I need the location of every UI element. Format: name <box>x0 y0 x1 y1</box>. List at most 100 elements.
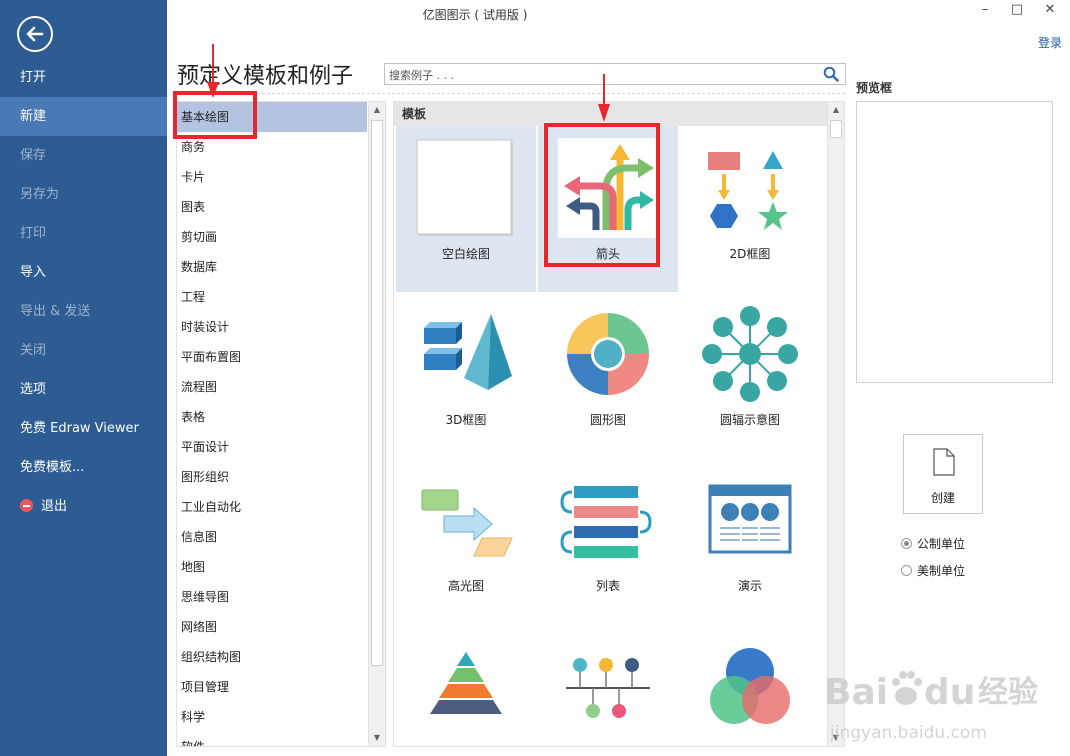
category-item[interactable]: 软件 <box>177 732 367 746</box>
category-item[interactable]: 剪切画 <box>177 222 367 252</box>
sidebar-item-free-templates[interactable]: 免费模板... <box>0 448 167 487</box>
category-item[interactable]: 信息图 <box>177 522 367 552</box>
svg-text:jingyan.baidu.com: jingyan.baidu.com <box>829 723 987 743</box>
list-diagram-icon <box>560 486 652 558</box>
sidebar-item-open[interactable]: 打开 <box>0 58 167 97</box>
presentation-icon <box>708 484 792 554</box>
pyramid-icon <box>430 652 502 714</box>
category-item[interactable]: 组织结构图 <box>177 642 367 672</box>
category-item[interactable]: 平面布置图 <box>177 342 367 372</box>
template-venn[interactable] <box>680 624 820 746</box>
baidu-watermark-logo: Bai du 经验 jingyan.baidu.com <box>824 671 1038 743</box>
unit-metric-option[interactable]: 公制单位 <box>901 535 965 552</box>
exit-icon <box>20 499 33 512</box>
category-item[interactable]: 地图 <box>177 552 367 582</box>
category-item[interactable]: 流程图 <box>177 372 367 402</box>
category-item[interactable]: 图表 <box>177 192 367 222</box>
arrow-left-icon <box>26 26 44 42</box>
template-blank[interactable]: 空白绘图 <box>396 126 536 292</box>
category-item[interactable]: 图形组织 <box>177 462 367 492</box>
sidebar-item-new[interactable]: 新建 <box>0 97 167 136</box>
category-item[interactable]: 科学 <box>177 702 367 732</box>
blank-page-icon <box>416 139 513 236</box>
template-label: 圆形图 <box>589 413 626 427</box>
back-button[interactable] <box>17 16 53 52</box>
scrollbar-thumb[interactable] <box>830 120 842 138</box>
template-label: 空白绘图 <box>441 247 490 261</box>
preview-label: 预览框 <box>856 81 893 95</box>
sidebar-item-print[interactable]: 打印 <box>0 214 167 253</box>
circle-chart-icon <box>567 313 649 395</box>
unit-metric-label: 公制单位 <box>917 537 966 551</box>
template-label: 演示 <box>737 579 762 593</box>
scroll-up-icon[interactable]: ▲ <box>828 102 844 118</box>
template-circle[interactable]: 圆形图 <box>538 292 678 458</box>
unit-us-label: 美制单位 <box>917 564 966 578</box>
template-pyramid[interactable] <box>396 624 536 746</box>
category-scrollbar[interactable]: ▲ ▼ <box>368 102 385 746</box>
maximize-button[interactable]: □ <box>1007 2 1027 17</box>
radio-icon <box>901 538 912 549</box>
radial-diagram-icon <box>702 306 798 402</box>
radio-icon <box>901 565 912 576</box>
timeline-icon <box>566 658 650 718</box>
category-item[interactable]: 数据库 <box>177 252 367 282</box>
unit-us-option[interactable]: 美制单位 <box>901 562 965 579</box>
template-3d-block[interactable]: 3D框图 <box>396 292 536 458</box>
block-3d-icon <box>424 314 512 390</box>
annotation-arrow-icon <box>598 74 610 122</box>
search-icon[interactable] <box>823 66 839 82</box>
category-item[interactable]: 时装设计 <box>177 312 367 342</box>
template-label: 高光图 <box>447 579 484 593</box>
category-item[interactable]: 卡片 <box>177 162 367 192</box>
sidebar-item-options[interactable]: 选项 <box>0 370 167 409</box>
templates-scrollbar[interactable]: ▲ ▼ <box>827 102 844 746</box>
scroll-down-icon[interactable]: ▼ <box>369 730 385 746</box>
scrollbar-thumb[interactable] <box>371 120 383 666</box>
create-button[interactable]: 创建 <box>903 434 983 514</box>
annotation-highlight-box <box>544 123 660 267</box>
template-label: 圆辐示意图 <box>719 413 780 427</box>
app-window: 打开 新建 保存 另存为 打印 导入 导出 & 发送 关闭 选项 免费 Edra… <box>0 0 1070 756</box>
template-presentation[interactable]: 演示 <box>680 458 820 624</box>
divider <box>177 93 845 94</box>
sidebar-item-save[interactable]: 保存 <box>0 136 167 175</box>
category-item[interactable]: 表格 <box>177 402 367 432</box>
login-link[interactable]: 登录 <box>1038 34 1062 51</box>
category-list: 基本绘图 商务 卡片 图表 剪切画 数据库 工程 时装设计 平面布置图 流程图 … <box>176 101 386 747</box>
category-item[interactable]: 网络图 <box>177 612 367 642</box>
window-title: 亿图图示 ( 试用版 ) <box>422 8 528 22</box>
minimize-button[interactable]: – <box>975 2 995 17</box>
svg-text:经验: 经验 <box>978 675 1038 710</box>
category-item[interactable]: 工程 <box>177 282 367 312</box>
search-input[interactable] <box>385 65 805 86</box>
category-item[interactable]: 思维导图 <box>177 582 367 612</box>
scroll-up-icon[interactable]: ▲ <box>369 102 385 118</box>
create-button-label: 创建 <box>930 491 955 505</box>
sidebar-item-save-as[interactable]: 另存为 <box>0 175 167 214</box>
preview-box <box>856 101 1053 383</box>
category-item[interactable]: 项目管理 <box>177 672 367 702</box>
backstage-sidebar: 打开 新建 保存 另存为 打印 导入 导出 & 发送 关闭 选项 免费 Edra… <box>0 0 167 756</box>
block-2d-icon <box>708 151 788 230</box>
category-item[interactable]: 平面设计 <box>177 432 367 462</box>
sidebar-item-import[interactable]: 导入 <box>0 253 167 292</box>
category-item[interactable]: 工业自动化 <box>177 492 367 522</box>
sidebar-item-exit[interactable]: 退出 <box>0 487 167 526</box>
template-highlight[interactable]: 高光图 <box>396 458 536 624</box>
svg-text:du: du <box>924 672 975 713</box>
template-label: 2D框图 <box>729 247 771 261</box>
template-timeline[interactable] <box>538 624 678 746</box>
template-radial[interactable]: 圆辐示意图 <box>680 292 820 458</box>
close-button[interactable]: ✕ <box>1040 2 1060 17</box>
template-label: 列表 <box>595 579 620 593</box>
sidebar-item-free-viewer[interactable]: 免费 Edraw Viewer <box>0 409 167 448</box>
template-2d-block[interactable]: 2D框图 <box>680 126 820 292</box>
svg-text:Bai: Bai <box>824 672 888 713</box>
sidebar-item-export-send[interactable]: 导出 & 发送 <box>0 292 167 331</box>
highlight-diagram-icon <box>421 489 513 557</box>
annotation-arrow-icon <box>207 44 219 98</box>
search-box <box>384 63 846 86</box>
template-list[interactable]: 列表 <box>538 458 678 624</box>
sidebar-item-close[interactable]: 关闭 <box>0 331 167 370</box>
